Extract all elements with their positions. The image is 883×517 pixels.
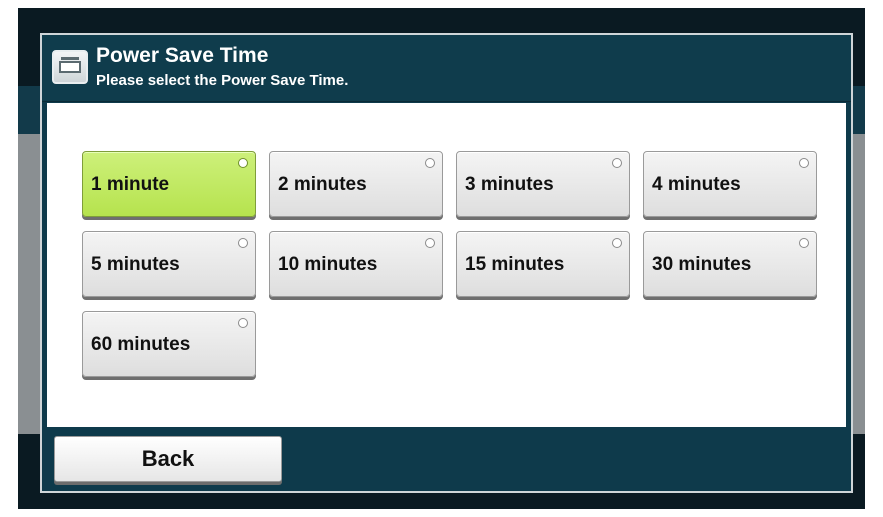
- dialog-title: Power Save Time: [96, 44, 269, 67]
- option-label: 30 minutes: [652, 254, 752, 275]
- option-3-minutes[interactable]: 3 minutes: [456, 151, 630, 217]
- dialog-header: Power Save Time Please select the Power …: [42, 35, 851, 102]
- option-label: 10 minutes: [278, 254, 378, 275]
- option-1-minute[interactable]: 1 minute: [82, 151, 256, 217]
- option-label: 5 minutes: [91, 254, 180, 275]
- option-30-minutes[interactable]: 30 minutes: [643, 231, 817, 297]
- option-indicator-icon: [612, 158, 622, 168]
- option-indicator-icon: [799, 158, 809, 168]
- option-indicator-icon: [425, 158, 435, 168]
- option-indicator-icon: [238, 238, 248, 248]
- option-indicator-icon: [612, 238, 622, 248]
- device-panel-icon: [52, 50, 88, 84]
- option-label: 4 minutes: [652, 174, 741, 195]
- back-button[interactable]: Back: [54, 436, 282, 482]
- option-indicator-icon: [799, 238, 809, 248]
- option-60-minutes[interactable]: 60 minutes: [82, 311, 256, 377]
- dialog-footer: Back: [42, 427, 851, 491]
- option-5-minutes[interactable]: 5 minutes: [82, 231, 256, 297]
- option-indicator-icon: [238, 318, 248, 328]
- option-10-minutes[interactable]: 10 minutes: [269, 231, 443, 297]
- option-label: 3 minutes: [465, 174, 554, 195]
- option-15-minutes[interactable]: 15 minutes: [456, 231, 630, 297]
- option-label: 15 minutes: [465, 254, 565, 275]
- dialog-subtitle: Please select the Power Save Time.: [96, 72, 349, 89]
- option-label: 1 minute: [91, 174, 170, 195]
- option-2-minutes[interactable]: 2 minutes: [269, 151, 443, 217]
- option-4-minutes[interactable]: 4 minutes: [643, 151, 817, 217]
- option-indicator-icon: [425, 238, 435, 248]
- option-indicator-icon: [238, 158, 248, 168]
- option-label: 2 minutes: [278, 174, 367, 195]
- power-save-dialog: Power Save Time Please select the Power …: [40, 33, 853, 493]
- option-label: 60 minutes: [91, 334, 191, 355]
- options-panel: 1 minute 2 minutes 3 minutes 4 minutes 5…: [47, 103, 846, 427]
